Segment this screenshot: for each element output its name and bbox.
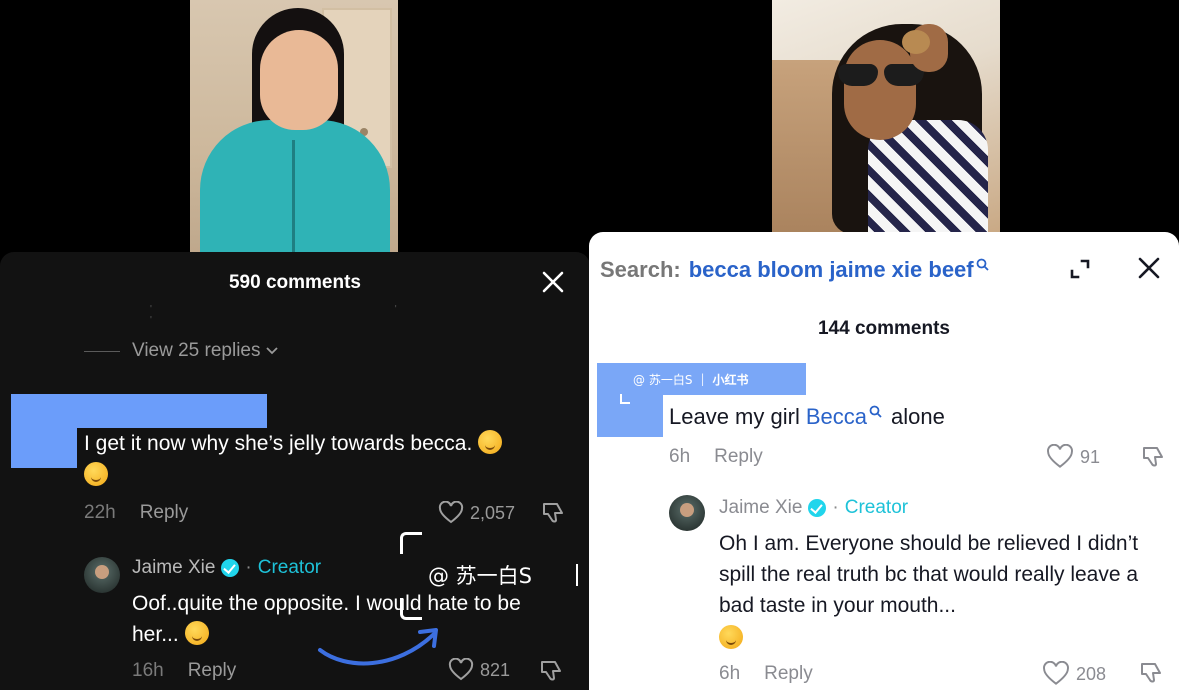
dislike-icon[interactable] [540,500,566,526]
avatar[interactable] [669,495,705,531]
person-face [844,40,916,140]
reply-meta: 6h Reply [719,663,813,685]
watermark-brand: 小红书 [712,372,749,387]
avatar[interactable] [84,557,120,593]
separator-dot: · [245,557,252,578]
reply-button[interactable]: Reply [188,660,237,682]
person-face [260,30,338,130]
reply-body: Oh I am. Everyone should be relieved I d… [719,532,1139,617]
reply-button[interactable]: Reply [764,663,813,685]
reply-button[interactable]: Reply [140,502,189,524]
creator-badge: Creator [844,497,909,518]
video-thumbnail-left[interactable] [190,0,398,252]
redaction-box [11,428,77,468]
like-count: 208 [1076,663,1107,684]
view-replies-button[interactable]: View 25 replies [84,340,279,362]
comment-body: Leave my girl [669,404,800,429]
like-button[interactable]: 208 [1042,661,1106,687]
melting-face-emoji [184,621,209,645]
watermark-banner: @ 苏一白S | 小红书 [597,363,806,395]
like-count: 821 [480,659,511,680]
like-button[interactable]: 2,057 [438,501,515,525]
watermark-handle: @ 苏一白S [633,372,693,387]
separator-dot: · [832,497,839,518]
comment-meta: 6h Reply [669,446,763,468]
search-icon [869,405,882,418]
heart-icon [1047,444,1073,468]
creator-header: Jaime Xie · Creator [719,497,908,519]
verified-icon [808,499,827,517]
cut-off-row: ' ' ' [150,304,517,326]
like-count: 91 [1080,446,1101,467]
redaction-box [11,394,267,428]
watermark-corner [620,394,630,404]
expand-icon[interactable] [1067,256,1093,282]
dislike-icon[interactable] [538,658,564,684]
zany-face-emoji [478,430,503,454]
dislike-icon[interactable] [1140,444,1166,470]
dislike-icon[interactable] [1138,660,1164,686]
heart-icon [438,501,464,524]
watermark-separator: | [700,372,705,386]
shirt-zipper [292,140,295,252]
comment-meta: 22h Reply [84,502,188,524]
watermark-bar [576,564,578,586]
video-thumbnail-right[interactable] [772,0,1000,232]
view-replies-label: View 25 replies [132,340,261,361]
watermark: @ 苏一白S [428,560,578,590]
heart-icon [1043,661,1069,685]
person-shirt [200,120,390,252]
watermark-corner [400,532,422,554]
comment-body-end: alone [891,404,945,429]
reply-time: 16h [132,660,164,681]
like-button[interactable]: 91 [1046,444,1100,470]
watermark-corner [400,598,422,620]
verified-icon [221,559,240,577]
reply-button[interactable]: Reply [714,446,763,468]
like-count: 2,057 [470,502,516,523]
reply-meta: 16h Reply [132,660,236,682]
close-icon[interactable] [1137,256,1161,280]
chevron-down-icon [265,347,278,355]
divider-line [84,350,120,352]
close-icon[interactable] [540,269,566,295]
comment-count: 144 comments [817,318,950,339]
comment-text: I get it now why she’s jelly towards bec… [84,428,574,492]
comment-body: I get it now why she’s jelly towards bec… [84,432,473,455]
like-button[interactable]: 821 [448,658,510,682]
hand-over-mouth-emoji [84,462,108,486]
comment-count: 590 comments [228,272,361,293]
search-label: Search: [600,257,681,282]
search-link[interactable]: Becca [806,404,867,430]
search-query[interactable]: becca bloom jaime xie beef [689,257,974,283]
creator-badge: Creator [257,557,322,578]
watermark-text: @ 苏一白S [428,564,533,588]
reply-time: 6h [719,663,741,684]
comment-time: 22h [84,502,116,523]
creator-header: Jaime Xie · Creator [132,557,321,579]
cookie [902,30,930,54]
creator-reply-text: Oh I am. Everyone should be relieved I d… [719,528,1159,654]
search-icon [976,258,989,271]
redaction-box [597,395,663,437]
comment-time: 6h [669,446,691,467]
search-suggestion[interactable]: Search: becca bloom jaime xie beef [600,257,990,283]
author-name[interactable]: Jaime Xie [132,557,215,579]
upside-down-face-emoji [719,625,743,649]
heart-icon [448,658,474,681]
comment-text: Leave my girl Becca alone [669,404,945,430]
author-name[interactable]: Jaime Xie [719,497,802,519]
sunglasses [832,64,928,86]
arrow-annotation [318,628,438,666]
